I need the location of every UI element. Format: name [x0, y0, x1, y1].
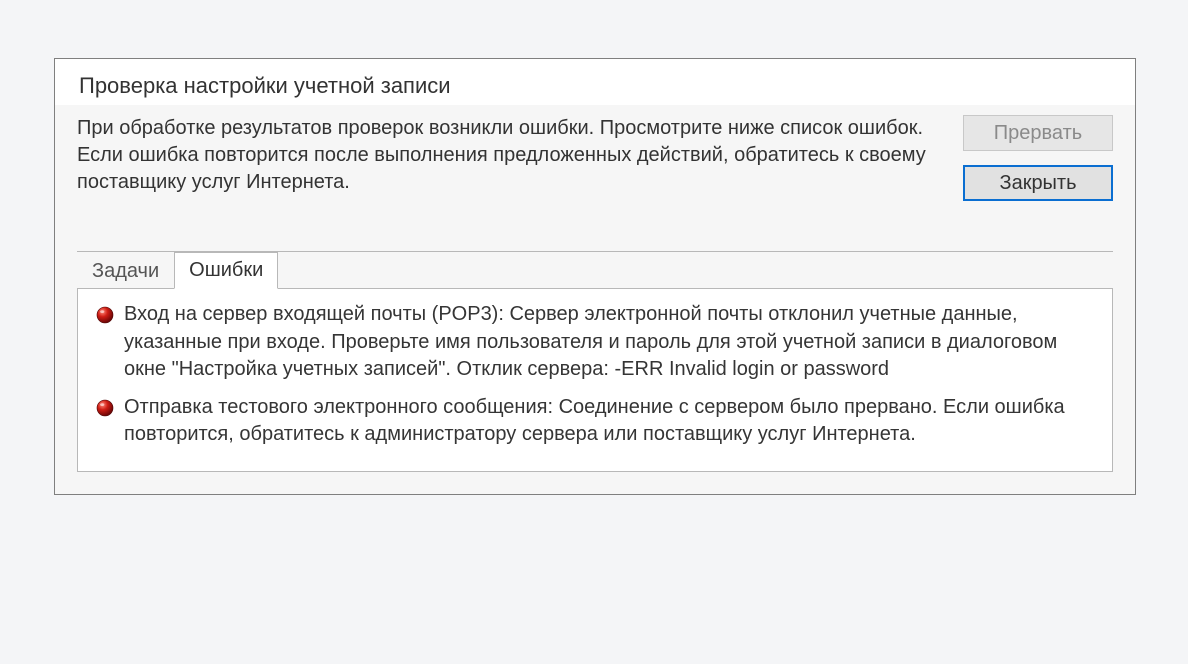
error-icon: [96, 399, 114, 423]
error-text: Отправка тестового электронного сообщени…: [124, 394, 1094, 449]
errors-panel: Вход на сервер входящей почты (POP3): Се…: [77, 288, 1113, 472]
account-test-dialog: Проверка настройки учетной записи При об…: [54, 58, 1136, 495]
tab-tasks[interactable]: Задачи: [77, 253, 174, 289]
error-item: Вход на сервер входящей почты (POP3): Се…: [96, 301, 1094, 384]
tab-errors[interactable]: Ошибки: [174, 252, 278, 289]
tab-tasks-label: Задачи: [92, 260, 159, 282]
error-text: Вход на сервер входящей почты (POP3): Се…: [124, 301, 1094, 384]
tab-bar: Задачи Ошибки: [77, 252, 1113, 289]
tab-errors-label: Ошибки: [189, 259, 263, 281]
error-item: Отправка тестового электронного сообщени…: [96, 394, 1094, 449]
dialog-title-row: Проверка настройки учетной записи: [55, 59, 1135, 105]
abort-button: Прервать: [963, 115, 1113, 151]
dialog-message: При обработке результатов проверок возни…: [77, 115, 935, 196]
error-icon: [96, 306, 114, 330]
dialog-buttons: Прервать Закрыть: [963, 115, 1113, 201]
dialog-title: Проверка настройки учетной записи: [79, 73, 451, 98]
close-button[interactable]: Закрыть: [963, 165, 1113, 201]
dialog-lower: Задачи Ошибки: [55, 205, 1135, 494]
close-button-label: Закрыть: [999, 172, 1076, 195]
abort-button-label: Прервать: [994, 122, 1082, 145]
dialog-body: При обработке результатов проверок возни…: [55, 105, 1135, 205]
